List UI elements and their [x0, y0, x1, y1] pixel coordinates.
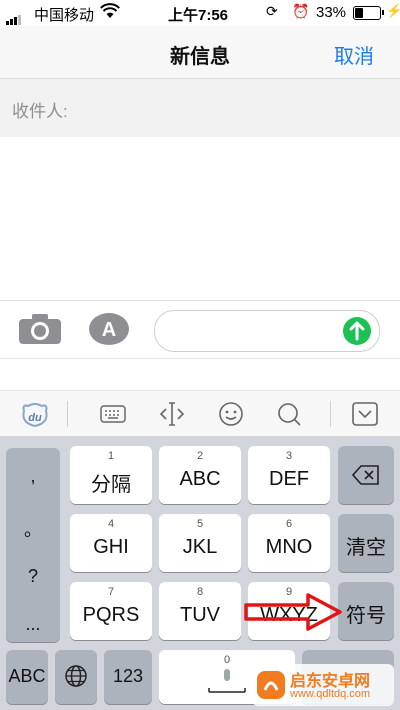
keyboard-toolbar: du: [0, 390, 400, 437]
punctuation-column[interactable]: , 。 ? ...: [6, 448, 60, 642]
punct-comma[interactable]: ,: [6, 466, 60, 487]
divider: [330, 401, 331, 427]
message-input[interactable]: [154, 310, 380, 352]
symbol-button[interactable]: 符号: [338, 582, 394, 640]
microphone-icon: [208, 669, 246, 693]
cursor-move-icon[interactable]: [158, 401, 186, 432]
punct-period[interactable]: 。: [6, 516, 60, 542]
battery-icon: [353, 6, 381, 20]
recipient-field[interactable]: 收件人:: [0, 78, 400, 137]
watermark: 启东安卓网 www.qdltdq.com: [252, 664, 394, 706]
signal-icon: [6, 8, 22, 25]
app-store-icon[interactable]: A: [88, 312, 130, 346]
send-icon[interactable]: [343, 317, 371, 345]
key-3[interactable]: 3 DEF: [248, 446, 330, 504]
nav-bar: 新信息 取消: [0, 26, 400, 78]
alarm-icon: ⏰: [292, 3, 310, 19]
du-logo-icon[interactable]: du: [20, 401, 50, 429]
backspace-button[interactable]: [338, 446, 394, 504]
key-6[interactable]: 6 MNO: [248, 514, 330, 572]
cancel-button[interactable]: 取消: [334, 40, 374, 69]
keyboard-icon[interactable]: [100, 405, 126, 428]
divider: [67, 401, 68, 427]
search-icon[interactable]: [276, 401, 302, 432]
battery-cap: [382, 10, 384, 15]
key-5[interactable]: 5 JKL: [159, 514, 241, 572]
camera-icon[interactable]: [18, 313, 62, 345]
status-bar: 中国移动 上午7:56 ⟳ ⏰ 33% ⚡: [0, 0, 400, 26]
carrier-name: 中国移动: [34, 7, 95, 24]
watermark-logo-icon: [257, 671, 285, 699]
globe-icon: [65, 665, 87, 687]
wifi-icon: [100, 3, 120, 23]
globe-button[interactable]: [55, 650, 97, 704]
battery-percent: 33%: [316, 4, 347, 21]
divider: [0, 358, 400, 359]
charging-icon: ⚡: [386, 3, 400, 18]
key-4[interactable]: 4 GHI: [70, 514, 152, 572]
abc-button[interactable]: ABC: [6, 650, 48, 704]
key-2[interactable]: 2 ABC: [159, 446, 241, 504]
punct-question[interactable]: ?: [6, 566, 60, 587]
svg-text:du: du: [28, 412, 42, 424]
emoji-icon[interactable]: [218, 401, 244, 432]
clear-button[interactable]: 清空: [338, 514, 394, 572]
annotation-arrow-icon: [244, 592, 344, 632]
watermark-url: www.qdltdq.com: [290, 688, 371, 700]
num123-button[interactable]: 123: [104, 650, 152, 704]
status-time: 上午7:56: [168, 7, 229, 24]
key-8[interactable]: 8 TUV: [159, 582, 241, 640]
compose-bar: A: [0, 300, 400, 358]
punct-ellipsis[interactable]: ...: [6, 614, 60, 635]
svg-text:A: A: [102, 319, 116, 341]
recipient-label: 收件人:: [12, 102, 68, 121]
key-1[interactable]: 1 分隔: [70, 446, 152, 504]
key-7[interactable]: 7 PQRS: [70, 582, 152, 640]
orientation-lock-icon: ⟳: [266, 3, 278, 19]
collapse-keyboard-icon[interactable]: [352, 402, 378, 431]
